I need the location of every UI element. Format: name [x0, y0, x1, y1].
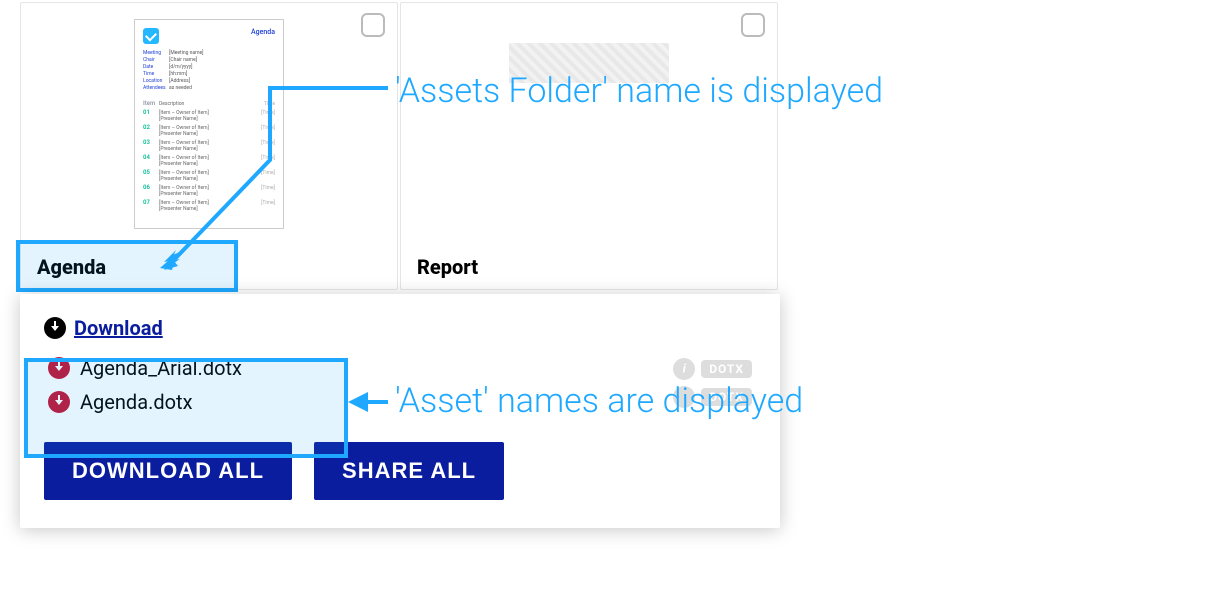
info-dot-icon [673, 358, 695, 380]
annotation-text-assets: 'Asset' names are displayed [395, 380, 803, 423]
download-file-icon [48, 391, 70, 413]
asset-filename: Agenda_Arial.dotx [80, 356, 242, 380]
download-icon [44, 317, 66, 339]
download-all-button[interactable]: DOWNLOAD ALL [44, 442, 292, 500]
download-file-icon [48, 357, 70, 379]
format-ext: DOTX [701, 360, 752, 378]
asset-row[interactable]: Agenda_Arial.dotx [48, 356, 756, 380]
asset-card-agenda[interactable]: Agenda Meeting[Meeting name] Chair[Chair… [20, 2, 398, 290]
select-checkbox[interactable] [741, 13, 765, 37]
folder-title-agenda: Agenda [37, 255, 106, 279]
share-all-button[interactable]: SHARE ALL [314, 442, 504, 500]
asset-card-report[interactable]: Report [400, 2, 778, 290]
asset-filename: Agenda.dotx [80, 390, 193, 414]
doc-logo-icon [143, 28, 159, 44]
thumbnail-title: Agenda [251, 28, 275, 36]
format-badge: DOTX [673, 358, 752, 380]
download-link[interactable]: Download [74, 316, 163, 340]
thumbnail-agenda: Agenda Meeting[Meeting name] Chair[Chair… [134, 19, 284, 229]
annotation-text-folder: 'Assets Folder' name is displayed [395, 70, 883, 113]
select-checkbox[interactable] [361, 13, 385, 37]
folder-title-report: Report [417, 255, 478, 279]
